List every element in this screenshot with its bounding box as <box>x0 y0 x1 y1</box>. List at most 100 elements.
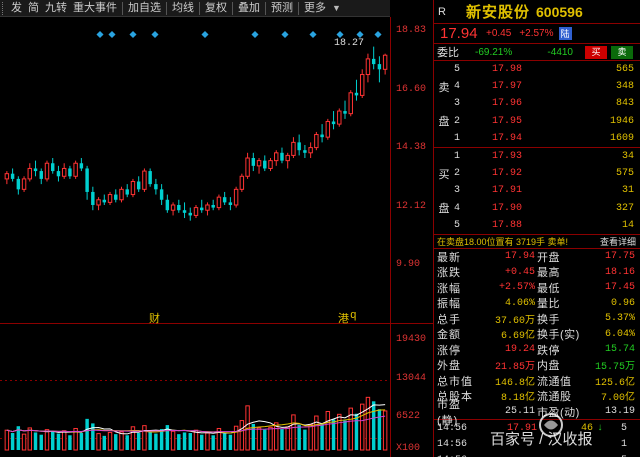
candle-body <box>39 171 43 179</box>
ask-volume: 565 <box>615 64 634 76</box>
bid-row[interactable]: 盘 4 17.90 327 <box>434 200 640 217</box>
volume-axis-label: 19430 <box>396 334 427 345</box>
volume-bar <box>268 426 273 451</box>
volume-bar <box>256 427 262 451</box>
tick-count: 1 <box>620 438 627 450</box>
volume-bar <box>325 411 331 451</box>
candle-body <box>136 181 141 190</box>
candle-body <box>233 188 239 206</box>
ask-level: 5 <box>454 64 461 76</box>
chevron-down-icon[interactable]: ▼ <box>329 0 344 17</box>
stat-label: 涨幅 <box>437 282 461 295</box>
event-diamond-icon <box>108 30 116 39</box>
event-diamond-icon <box>129 30 137 39</box>
ask-row[interactable]: 盘 2 17.95 1946 <box>434 113 640 130</box>
buy-button[interactable]: 买 <box>585 45 607 59</box>
ask-row[interactable]: 5 17.98 565 <box>434 61 640 78</box>
volume-bar <box>308 424 313 451</box>
bid-row[interactable]: 3 17.91 31 <box>434 182 640 199</box>
candle-body <box>251 158 256 166</box>
volume-bar <box>136 433 141 450</box>
event-diamond-icon <box>201 30 209 39</box>
ask-row[interactable]: 3 17.96 843 <box>434 95 640 112</box>
quote-header: R 新安股份 600596 <box>434 0 640 24</box>
candle-body <box>228 202 233 205</box>
last-price: 17.94 <box>440 25 478 42</box>
chart-toolbar: 发 简 九转 重大事件 加自选 均线 复权 叠加 预测 更多 ▼ <box>0 0 390 17</box>
stats-row: 涨停 19.24 跌停 15.74 <box>434 342 640 358</box>
ask-price: 17.94 <box>492 132 523 144</box>
toolbar-item-add-watchlist[interactable]: 加自选 <box>125 0 164 17</box>
volume-bar <box>193 429 199 451</box>
stats-row: 外盘 21.85万 内盘 15.75万 <box>434 357 640 373</box>
volume-bar <box>303 429 307 450</box>
event-marker-q[interactable]: q <box>350 310 357 322</box>
sell-button[interactable]: 卖 <box>611 45 633 59</box>
price-line: 17.94 +0.45 +2.57% 陆 <box>434 24 640 44</box>
bid-price: 17.91 <box>492 185 523 197</box>
event-marker-financial[interactable]: 财 <box>149 310 160 326</box>
volume-bar <box>320 423 324 450</box>
toolbar-item-more[interactable]: 更多 <box>301 0 329 17</box>
candle-body <box>125 189 129 195</box>
tick-row: 14:56 1 <box>434 436 640 452</box>
stat-value: 18.16 <box>604 266 635 278</box>
bid-level: 3 <box>454 185 461 197</box>
volume-unit-label: X100 <box>396 443 421 454</box>
ask-row[interactable]: 卖 4 17.97 348 <box>434 78 640 95</box>
stats-row: 振幅 4.06% 量比 0.96 <box>434 295 640 311</box>
toolbar-item-forecast[interactable]: 预测 <box>268 0 296 17</box>
toolbar-item-adjust[interactable]: 复权 <box>202 0 230 17</box>
stat-label: 外盘 <box>437 360 461 373</box>
stats-row: 涨幅 +2.57% 最低 17.45 <box>434 280 640 296</box>
kline-chart-canvas[interactable] <box>0 0 433 457</box>
market-badge: 陆 <box>558 27 572 40</box>
bid-row[interactable]: 买 2 17.92 575 <box>434 165 640 182</box>
volume-bar <box>27 427 33 451</box>
toolbar-item-major-events[interactable]: 重大事件 <box>70 0 120 17</box>
volume-bar <box>170 430 176 451</box>
volume-bar <box>142 425 147 451</box>
candle-body <box>222 197 227 203</box>
stat-value: 125.6亿 <box>594 377 635 389</box>
volume-bar <box>10 433 15 450</box>
toolbar-separator <box>265 1 266 15</box>
candle-body <box>382 54 388 70</box>
candle-body <box>50 163 55 172</box>
candle-body <box>348 92 353 115</box>
event-diamond-icon <box>356 30 364 39</box>
stat-value: 15.74 <box>604 344 635 356</box>
candle-body <box>33 168 38 172</box>
stat-label: 总手 <box>437 313 461 326</box>
quote-panel: R 新安股份 600596 17.94 +0.45 +2.57% 陆 委比 -6… <box>433 0 640 457</box>
ask-row[interactable]: 1 17.94 1609 <box>434 130 640 147</box>
volume-bar <box>159 429 164 450</box>
event-marker-hk[interactable]: 港 <box>338 310 349 326</box>
toolbar-item-jian[interactable]: 简 <box>25 0 42 17</box>
volume-bar <box>297 425 301 450</box>
stat-value: 19.24 <box>504 344 535 356</box>
candle-body <box>96 199 101 206</box>
bid-row[interactable]: 5 17.88 14 <box>434 217 640 234</box>
watermark-logo-icon <box>539 413 563 437</box>
volume-bar <box>102 435 107 450</box>
candle-body <box>21 178 27 190</box>
toolbar-item-overlay[interactable]: 叠加 <box>235 0 263 17</box>
toolbar-item-jiuzhuan[interactable]: 九转 <box>42 0 70 17</box>
toolbar-item-fa[interactable]: 发 <box>8 0 25 17</box>
kline-chart-panel[interactable]: 发 简 九转 重大事件 加自选 均线 复权 叠加 预测 更多 ▼ 18.83 1… <box>0 0 433 457</box>
volume-bar <box>33 432 38 450</box>
candle-body <box>303 150 307 153</box>
stat-value: +2.57% <box>498 282 535 294</box>
candle-body <box>102 199 107 203</box>
candle-body <box>4 173 10 180</box>
ask-volume: 843 <box>615 98 634 110</box>
candle-body <box>268 160 273 169</box>
toolbar-item-ma[interactable]: 均线 <box>169 0 197 17</box>
stats-row: 总市值 146.8亿 流通值 125.6亿 <box>434 373 640 389</box>
bid-level: 4 <box>454 202 461 214</box>
view-detail-link[interactable]: 查看详细 <box>600 235 636 248</box>
candle-body <box>61 167 67 177</box>
candle-body <box>354 92 359 96</box>
bid-row[interactable]: 1 17.93 34 <box>434 148 640 165</box>
